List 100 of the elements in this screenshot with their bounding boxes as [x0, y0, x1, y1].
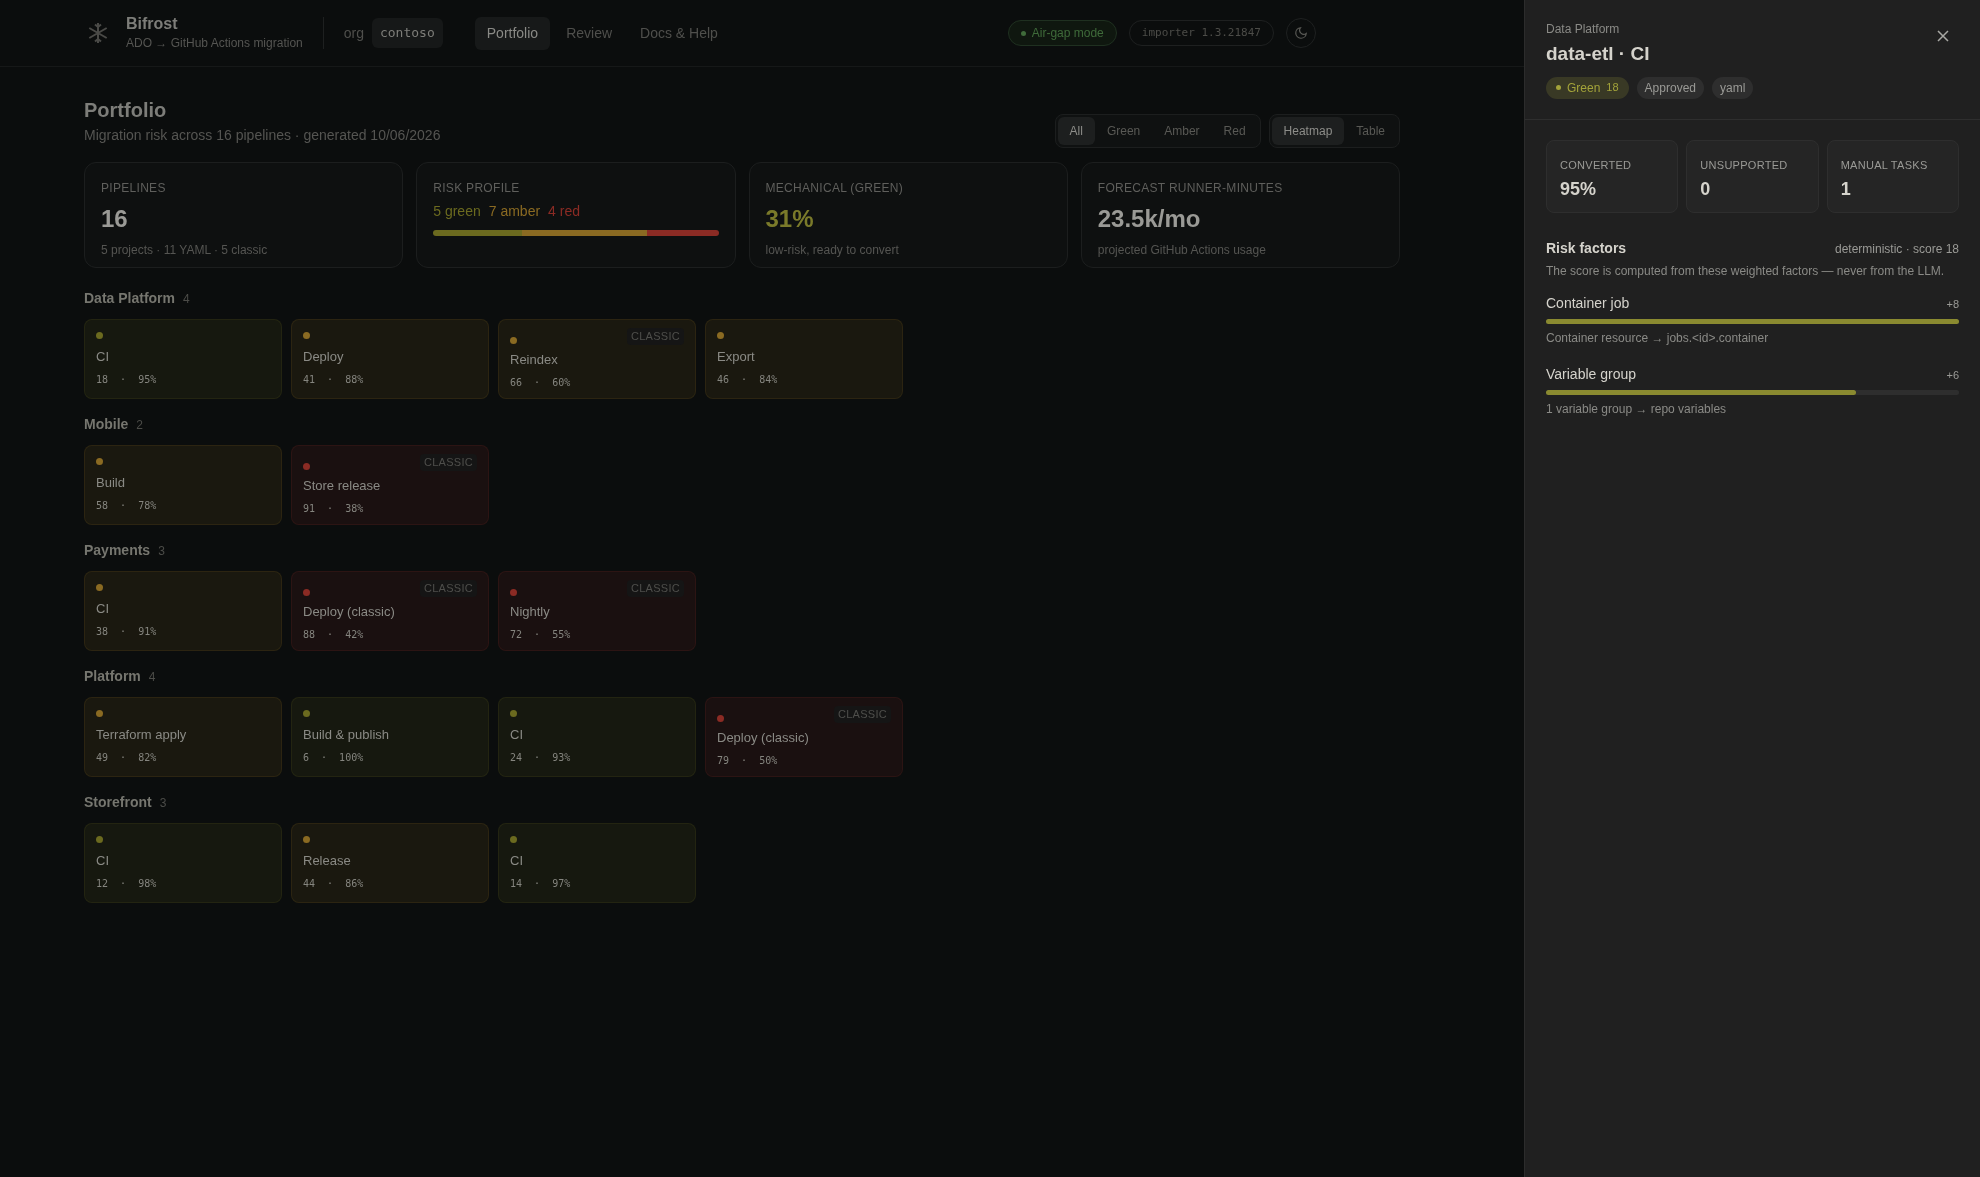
- pipeline-meta: 12 · 98%: [96, 876, 158, 891]
- filter-tab[interactable]: Table: [1344, 117, 1397, 145]
- pipeline-name: CI: [510, 726, 524, 744]
- pipeline-meta: 58 · 78%: [96, 498, 158, 513]
- pipeline-name: Deploy (classic): [717, 729, 810, 747]
- kpi-value: 16: [101, 204, 129, 234]
- pipeline-name: Build & publish: [303, 726, 390, 744]
- group-count: 3: [159, 795, 167, 812]
- pipeline-tile[interactable]: CLASSIC Store release 91 · 38%: [291, 445, 489, 525]
- group-count: 3: [158, 543, 165, 560]
- filter-tab[interactable]: All: [1057, 117, 1095, 145]
- pipeline-tile[interactable]: CI 38 · 91%: [84, 571, 282, 651]
- group-title: Platform: [84, 667, 141, 686]
- filter-tab[interactable]: Heatmap: [1271, 117, 1345, 145]
- nav-tab[interactable]: Portfolio: [474, 16, 551, 50]
- pipeline-name: Release: [303, 852, 352, 870]
- pipeline-tile[interactable]: Build & publish 6 · 100%: [291, 697, 489, 777]
- panel-title: data-etl · CI: [1546, 42, 1651, 66]
- factor-detail: 1 variable group → repo variables: [1546, 400, 1728, 418]
- factor-name: Variable group: [1546, 364, 1637, 384]
- pipeline-tile[interactable]: Terraform apply 49 · 82%: [84, 697, 282, 777]
- pipeline-meta: 66 · 60%: [510, 375, 572, 390]
- pipeline-meta: 14 · 97%: [510, 876, 572, 891]
- pipeline-meta: 88 · 42%: [303, 627, 365, 642]
- kpi-note: projected GitHub Actions usage: [1097, 242, 1267, 259]
- pipeline-meta: 18 · 95%: [96, 372, 158, 387]
- kpi-note: low-risk, ready to convert: [765, 242, 900, 259]
- kpi-label: MECHANICAL (GREEN): [765, 180, 905, 197]
- factor-name: Container job: [1546, 293, 1630, 313]
- risk-count: 4 red: [548, 202, 580, 221]
- pipeline-name: CI: [96, 852, 110, 870]
- pipeline-tile[interactable]: CI 14 · 97%: [498, 823, 696, 903]
- kpi-label: FORECAST RUNNER-MINUTES: [1097, 180, 1284, 197]
- pipeline-meta: 49 · 82%: [96, 750, 158, 765]
- pipeline-meta: 91 · 38%: [303, 501, 365, 516]
- app-name: Bifrost: [126, 14, 179, 34]
- group-count: 2: [136, 417, 144, 434]
- kpi-value: 31%: [765, 204, 815, 234]
- pipeline-name: Deploy (classic): [303, 603, 396, 621]
- factor-detail: Container resource → jobs.<id>.container: [1546, 329, 1770, 347]
- page-subtitle: Migration risk across 16 pipelines · generated 10/06/2026: [84, 126, 441, 145]
- pipeline-meta: 44 · 86%: [303, 876, 365, 891]
- pipeline-meta: 38 · 91%: [96, 624, 158, 639]
- stat-label: UNSUPPORTED: [1700, 158, 1789, 171]
- mode-badge: Air-gap mode: [1007, 20, 1117, 46]
- kpi-label: RISK PROFILE: [433, 180, 521, 197]
- risk-score: 18: [1606, 80, 1619, 96]
- filter-tab[interactable]: Amber: [1152, 117, 1212, 145]
- group-count: 4: [183, 291, 190, 308]
- status-badge: Approved: [1636, 76, 1704, 99]
- stat-value: 1: [1840, 178, 1852, 199]
- page-title: Portfolio: [84, 98, 168, 123]
- stat-label: MANUAL TASKS: [1840, 158, 1929, 171]
- pipeline-meta: 72 · 55%: [510, 627, 572, 642]
- risk-description: The score is computed from these weighted factors — never from the LLM.: [1546, 262, 1946, 279]
- org-label: org: [343, 23, 364, 43]
- classic-tag: CLASSIC: [627, 580, 684, 597]
- pipeline-name: Nightly: [510, 603, 551, 621]
- kpi-value: 23.5k/mo: [1097, 204, 1202, 234]
- pipeline-tile[interactable]: CLASSIC Reindex 66 · 60%: [498, 319, 696, 399]
- org-selector[interactable]: contoso: [371, 18, 443, 48]
- pipeline-tile[interactable]: CI 18 · 95%: [84, 319, 282, 399]
- risk-count: 7 amber: [488, 202, 541, 221]
- group-title: Mobile: [84, 415, 129, 434]
- pipeline-tile[interactable]: Release 44 · 86%: [291, 823, 489, 903]
- factor-weight: +8: [1946, 296, 1959, 312]
- risk-label: Green: [1567, 79, 1601, 97]
- stat-value: 95%: [1560, 178, 1598, 199]
- group-title: Payments: [84, 541, 151, 560]
- filter-tab[interactable]: Red: [1211, 117, 1258, 145]
- classic-tag: CLASSIC: [834, 706, 891, 723]
- pipeline-tile[interactable]: CLASSIC Deploy (classic) 79 · 50%: [705, 697, 903, 777]
- pipeline-name: Store release: [303, 477, 382, 495]
- stat-label: CONVERTED: [1560, 158, 1633, 171]
- pipeline-name: CI: [96, 348, 110, 366]
- stat-value: 0: [1700, 178, 1712, 199]
- pipeline-name: Deploy: [303, 348, 345, 366]
- pipeline-meta: 6 · 100%: [303, 750, 365, 765]
- group-count: 4: [148, 669, 156, 686]
- pipeline-tile[interactable]: CLASSIC Nightly 72 · 55%: [498, 571, 696, 651]
- pipeline-name: Reindex: [510, 351, 559, 369]
- kpi-note: 5 projects · 11 YAML · 5 classic: [101, 242, 269, 259]
- pipeline-tile[interactable]: Deploy 41 · 88%: [291, 319, 489, 399]
- pipeline-meta: 46 · 84%: [717, 372, 779, 387]
- pipeline-tile[interactable]: Export 46 · 84%: [705, 319, 903, 399]
- kpi-label: PIPELINES: [101, 180, 167, 197]
- factor-weight: +6: [1946, 367, 1959, 383]
- panel-eyebrow: Data Platform: [1546, 21, 1620, 38]
- pipeline-tile[interactable]: Build 58 · 78%: [84, 445, 282, 525]
- app-subtitle: ADO → GitHub Actions migration: [126, 35, 303, 52]
- group-title: Data Platform: [84, 289, 176, 308]
- pipeline-tile[interactable]: CI 24 · 93%: [498, 697, 696, 777]
- filter-tab[interactable]: Green: [1094, 117, 1153, 145]
- status-badge: yaml: [1712, 76, 1754, 99]
- pipeline-tile[interactable]: CI 12 · 98%: [84, 823, 282, 903]
- pipeline-name: CI: [96, 600, 110, 618]
- pipeline-meta: 41 · 88%: [303, 372, 365, 387]
- pipeline-name: CI: [510, 852, 524, 870]
- pipeline-tile[interactable]: CLASSIC Deploy (classic) 88 · 42%: [291, 571, 489, 651]
- pipeline-name: Export: [717, 348, 756, 366]
